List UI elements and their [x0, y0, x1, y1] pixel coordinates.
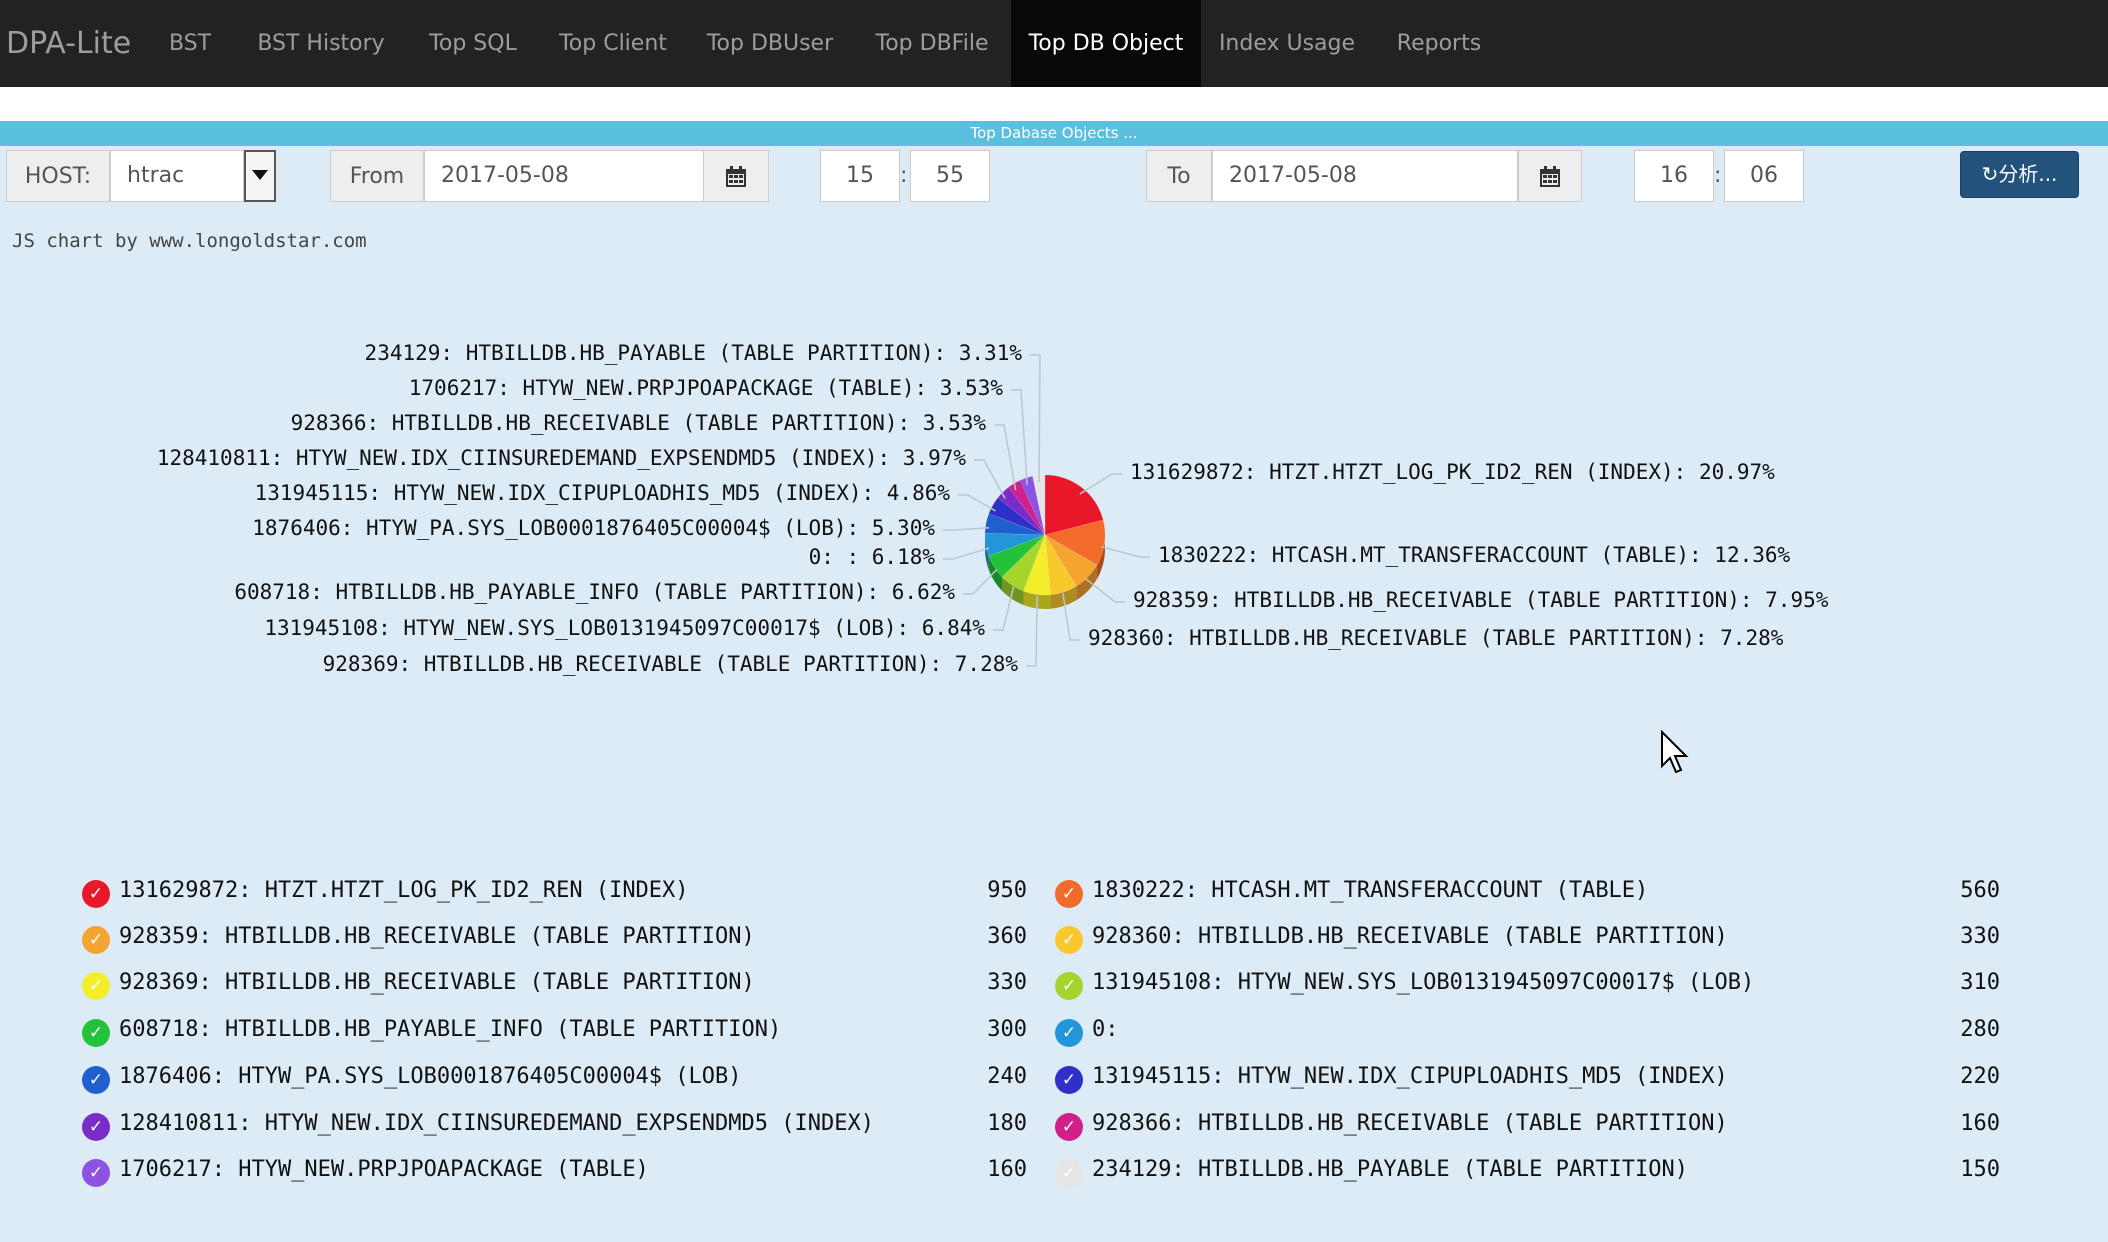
legend-item[interactable]: ✓ 234129: HTBILLDB.HB_PAYABLE (TABLE PART…: [1055, 1153, 2000, 1193]
pie-label: 928366: HTBILLDB.HB_RECEIVABLE (TABLE PA…: [290, 411, 986, 435]
pie-label: 928369: HTBILLDB.HB_RECEIVABLE (TABLE PA…: [322, 652, 1018, 676]
legend-check-icon[interactable]: ✓: [82, 1159, 110, 1187]
pie-leader-line: [958, 494, 996, 512]
legend-check-icon[interactable]: ✓: [82, 1113, 110, 1141]
legend-value: 300: [987, 1017, 1027, 1042]
legend-value: 220: [1960, 1064, 2000, 1089]
legend-check-icon[interactable]: ✓: [1055, 1019, 1083, 1047]
legend-label: 128410811: HTYW_NEW.IDX_CIINSUREDEMAND_E…: [119, 1111, 874, 1136]
pie-label: 234129: HTBILLDB.HB_PAYABLE (TABLE PARTI…: [364, 341, 1022, 365]
pie-label: 0: : 6.18%: [808, 545, 935, 569]
legend-item[interactable]: ✓ 128410811: HTYW_NEW.IDX_CIINSUREDEMAND_…: [82, 1107, 1027, 1147]
legend-item[interactable]: ✓ 131629872: HTZT.HTZT_LOG_PK_ID2_REN (IN…: [82, 874, 1027, 914]
legend-value: 950: [987, 878, 1027, 903]
pie-leader-line: [974, 459, 1006, 499]
legend-item[interactable]: ✓ 1706217: HTYW_NEW.PRPJPOAPACKAGE (TABLE…: [82, 1153, 1027, 1193]
legend-item[interactable]: ✓ 928366: HTBILLDB.HB_RECEIVABLE (TABLE P…: [1055, 1107, 2000, 1147]
legend-item[interactable]: ✓ 0: 280: [1055, 1013, 2000, 1053]
legend-check-icon[interactable]: ✓: [82, 1066, 110, 1094]
legend-check-icon[interactable]: ✓: [82, 1019, 110, 1047]
pie-leader-line: [1011, 389, 1028, 485]
legend-item[interactable]: ✓ 928359: HTBILLDB.HB_RECEIVABLE (TABLE P…: [82, 920, 1027, 960]
pie-leader-line: [994, 424, 1017, 491]
legend-item[interactable]: ✓ 131945108: HTYW_NEW.SYS_LOB0131945097C0…: [1055, 966, 2000, 1006]
legend-item[interactable]: ✓ 608718: HTBILLDB.HB_PAYABLE_INFO (TABLE…: [82, 1013, 1027, 1053]
pie-leader-line: [943, 547, 989, 560]
legend-check-icon[interactable]: ✓: [82, 972, 110, 1000]
pie-label: 1706217: HTYW_NEW.PRPJPOAPACKAGE (TABLE)…: [408, 376, 1003, 400]
pie-label: 131945108: HTYW_NEW.SYS_LOB0131945097C00…: [264, 616, 985, 640]
legend-item[interactable]: ✓ 1830222: HTCASH.MT_TRANSFERACCOUNT (TAB…: [1055, 874, 2000, 914]
legend-check-icon[interactable]: ✓: [1055, 926, 1083, 954]
pie-label: 608718: HTBILLDB.HB_PAYABLE_INFO (TABLE …: [234, 580, 955, 604]
legend-check-icon[interactable]: ✓: [1055, 1113, 1083, 1141]
legend-item[interactable]: ✓ 131945115: HTYW_NEW.IDX_CIPUPLOADHIS_MD…: [1055, 1060, 2000, 1100]
legend-label: 928360: HTBILLDB.HB_RECEIVABLE (TABLE PA…: [1092, 924, 1728, 949]
legend-check-icon[interactable]: ✓: [1055, 1066, 1083, 1094]
legend-check-icon[interactable]: ✓: [82, 880, 110, 908]
legend-label: 608718: HTBILLDB.HB_PAYABLE_INFO (TABLE …: [119, 1017, 782, 1042]
legend-check-icon[interactable]: ✓: [82, 926, 110, 954]
pie-label: 928360: HTBILLDB.HB_RECEIVABLE (TABLE PA…: [1088, 626, 1784, 650]
legend-label: 0:: [1092, 1017, 1119, 1042]
legend-item[interactable]: ✓ 928360: HTBILLDB.HB_RECEIVABLE (TABLE P…: [1055, 920, 2000, 960]
legend-check-icon[interactable]: ✓: [1055, 972, 1083, 1000]
legend-label: 1876406: HTYW_PA.SYS_LOB0001876405C00004…: [119, 1064, 742, 1089]
pie-label: 128410811: HTYW_NEW.IDX_CIINSUREDEMAND_E…: [156, 446, 966, 470]
pie-label: 1876406: HTYW_PA.SYS_LOB0001876405C00004…: [252, 516, 935, 540]
legend-item[interactable]: ✓ 928369: HTBILLDB.HB_RECEIVABLE (TABLE P…: [82, 966, 1027, 1006]
legend-label: 131629872: HTZT.HTZT_LOG_PK_ID2_REN (IND…: [119, 878, 689, 903]
legend-label: 928366: HTBILLDB.HB_RECEIVABLE (TABLE PA…: [1092, 1111, 1728, 1136]
legend-value: 330: [987, 970, 1027, 995]
legend-item[interactable]: ✓ 1876406: HTYW_PA.SYS_LOB0001876405C0000…: [82, 1060, 1027, 1100]
legend-value: 330: [1960, 924, 2000, 949]
legend-label: 131945108: HTYW_NEW.SYS_LOB0131945097C00…: [1092, 970, 1755, 995]
legend-label: 131945115: HTYW_NEW.IDX_CIPUPLOADHIS_MD5…: [1092, 1064, 1728, 1089]
legend-value: 560: [1960, 878, 2000, 903]
legend-value: 360: [987, 924, 1027, 949]
legend-label: 928359: HTBILLDB.HB_RECEIVABLE (TABLE PA…: [119, 924, 755, 949]
pie-leader-line: [1101, 545, 1150, 558]
pie-chart: [943, 354, 1150, 667]
pie-label: 1830222: HTCASH.MT_TRANSFERACCOUNT (TABL…: [1158, 543, 1791, 567]
mouse-cursor-icon: [1661, 730, 1689, 774]
pie-label: 131945115: HTYW_NEW.IDX_CIPUPLOADHIS_MD5…: [254, 481, 950, 505]
legend-label: 1706217: HTYW_NEW.PRPJPOAPACKAGE (TABLE): [119, 1157, 649, 1182]
legend-value: 240: [987, 1064, 1027, 1089]
legend-value: 150: [1960, 1157, 2000, 1182]
legend-value: 310: [1960, 970, 2000, 995]
legend-value: 160: [1960, 1111, 2000, 1136]
legend-value: 280: [1960, 1017, 2000, 1042]
legend-value: 180: [987, 1111, 1027, 1136]
legend-label: 234129: HTBILLDB.HB_PAYABLE (TABLE PARTI…: [1092, 1157, 1689, 1182]
legend-check-icon[interactable]: ✓: [1055, 880, 1083, 908]
pie-leader-line: [943, 527, 990, 531]
legend-label: 1830222: HTCASH.MT_TRANSFERACCOUNT (TABL…: [1092, 878, 1649, 903]
legend-check-icon[interactable]: ✓: [1055, 1159, 1083, 1187]
pie-leader-line: [1079, 473, 1122, 495]
pie-leader-line: [1030, 354, 1041, 483]
pie-label: 131629872: HTZT.HTZT_LOG_PK_ID2_REN (IND…: [1130, 460, 1775, 484]
pie-label: 928359: HTBILLDB.HB_RECEIVABLE (TABLE PA…: [1133, 588, 1829, 612]
legend-value: 160: [987, 1157, 1027, 1182]
legend-label: 928369: HTBILLDB.HB_RECEIVABLE (TABLE PA…: [119, 970, 755, 995]
